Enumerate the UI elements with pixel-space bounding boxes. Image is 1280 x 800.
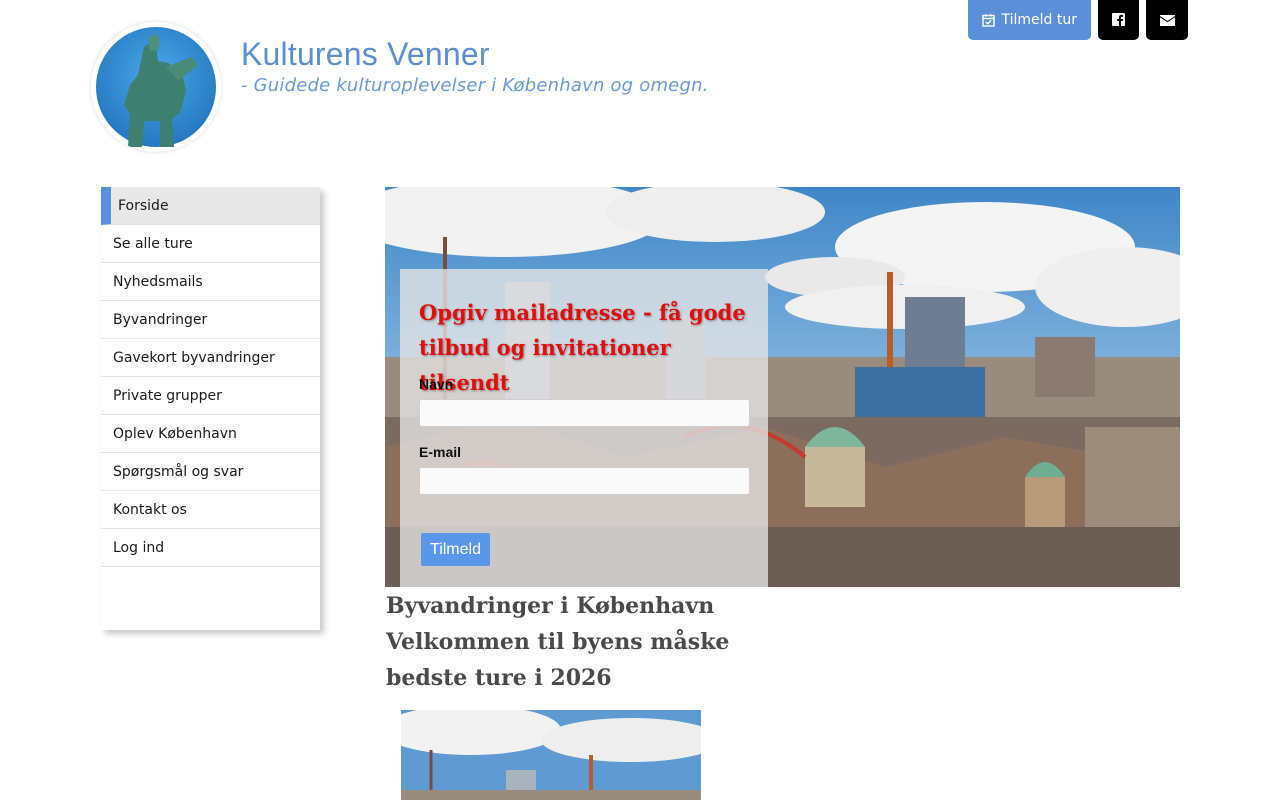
signup-tour-label: Tilmeld tur: [1001, 12, 1078, 28]
name-label: Navn: [419, 376, 454, 392]
email-label: E-mail: [419, 444, 462, 460]
email-button[interactable]: [1146, 0, 1188, 40]
signup-submit-button[interactable]: Tilmeld: [421, 533, 490, 566]
equestrian-statue-image: [96, 27, 216, 147]
content-heading-line2: Velkommen til byens måske bedste ture i …: [386, 629, 730, 691]
content-heading: Byvandringer i København Velkommen til b…: [386, 588, 746, 696]
sidebar-item-log-ind[interactable]: Log ind: [101, 529, 320, 567]
facebook-icon: [1112, 11, 1125, 30]
signup-heading: Opgiv mailadresse - få gode tilbud og in…: [419, 300, 746, 395]
sidebar-item-forside[interactable]: Forside: [101, 187, 320, 225]
signup-tour-button[interactable]: Tilmeld tur: [967, 0, 1091, 40]
sidebar-item-private-grupper[interactable]: Private grupper: [101, 377, 320, 415]
site-title[interactable]: Kulturens Venner: [241, 36, 490, 73]
sidebar-item-nyhedsmails[interactable]: Nyhedsmails: [101, 263, 320, 301]
content-image: [401, 710, 701, 800]
facebook-button[interactable]: [1098, 0, 1139, 40]
calendar-check-icon: [981, 13, 995, 27]
name-input[interactable]: [419, 399, 750, 427]
sidebar-item-kontakt[interactable]: Kontakt os: [101, 491, 320, 529]
sidebar-item-se-alle-ture[interactable]: Se alle ture: [101, 225, 320, 263]
sidebar-item-byvandringer[interactable]: Byvandringer: [101, 301, 320, 339]
content-heading-line1: Byvandringer i København: [386, 593, 715, 619]
envelope-icon: [1159, 11, 1175, 30]
page: Kulturens Venner - Guidede kulturoplevel…: [0, 0, 1280, 800]
site-logo[interactable]: [91, 22, 221, 152]
top-actions: Tilmeld tur: [967, 0, 1188, 40]
sidebar-item-gavekort[interactable]: Gavekort byvandringer: [101, 339, 320, 377]
email-input[interactable]: [419, 467, 750, 495]
sidebar-nav: Forside Se alle ture Nyhedsmails Byvandr…: [101, 187, 320, 630]
sidebar-item-oplev-kobenhavn[interactable]: Oplev København: [101, 415, 320, 453]
site-tagline: - Guidede kulturoplevelser i København o…: [241, 75, 709, 96]
sidebar-item-faq[interactable]: Spørgsmål og svar: [101, 453, 320, 491]
